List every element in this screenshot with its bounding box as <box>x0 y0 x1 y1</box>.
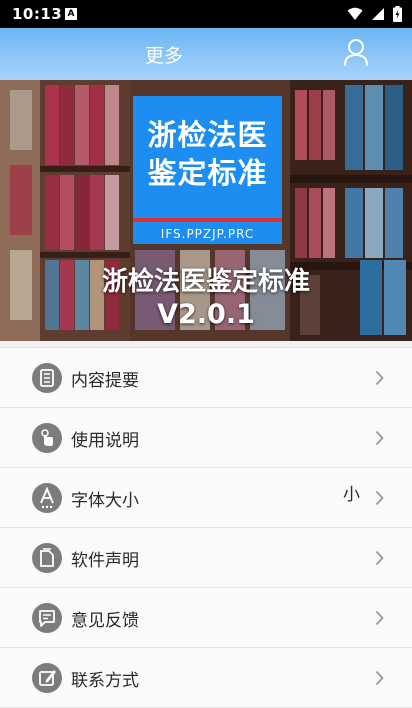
chevron-right-icon <box>375 370 384 386</box>
menu-label: 内容提要 <box>71 371 139 391</box>
battery-icon <box>393 6 402 22</box>
menu-item-feedback[interactable]: 意见反馈 <box>0 588 412 648</box>
file-icon <box>32 543 62 573</box>
notification-icon: A <box>65 8 77 20</box>
logo-line-2: 鉴定标准 <box>147 156 268 190</box>
app-name: 浙检法医鉴定标准 <box>101 267 310 297</box>
menu-item-instructions[interactable]: 使用说明 <box>0 408 412 468</box>
document-list-icon <box>32 363 62 393</box>
status-icons <box>347 6 402 22</box>
page-title: 更多 <box>145 45 184 67</box>
chevron-right-icon <box>375 670 384 686</box>
menu-item-contact[interactable]: 联系方式 <box>0 648 412 708</box>
font-size-value: 小 <box>343 485 360 505</box>
edit-icon <box>32 663 62 693</box>
status-time: 10:13 <box>12 5 63 23</box>
settings-menu: 内容提要 使用说明 字体大小 小 软件声明 意见反馈 联系方式 <box>0 347 412 708</box>
app-logo: 浙检法医 鉴定标准 IFS.PPZJP.PRC <box>133 96 282 244</box>
logo-url: IFS.PPZJP.PRC <box>160 227 255 241</box>
logo-stripe <box>133 218 282 222</box>
wifi-icon <box>347 7 363 20</box>
chevron-right-icon <box>375 430 384 446</box>
menu-item-font-size[interactable]: 字体大小 小 <box>0 468 412 528</box>
chevron-right-icon <box>375 490 384 506</box>
signal-icon <box>372 8 384 20</box>
logo-line-1: 浙检法医 <box>147 118 268 152</box>
banner: 浙检法医 鉴定标准 IFS.PPZJP.PRC 浙检法医鉴定标准 V2.0.1 <box>0 80 412 341</box>
menu-label: 字体大小 <box>71 491 139 511</box>
chevron-right-icon <box>375 610 384 626</box>
menu-item-summary[interactable]: 内容提要 <box>0 347 412 408</box>
menu-label: 联系方式 <box>71 671 139 691</box>
app-header: 更多 <box>0 28 412 80</box>
chevron-right-icon <box>375 550 384 566</box>
menu-label: 软件声明 <box>71 551 139 571</box>
user-icon <box>344 39 368 66</box>
menu-item-disclaimer[interactable]: 软件声明 <box>0 528 412 588</box>
message-icon <box>32 603 62 633</box>
menu-label: 意见反馈 <box>71 611 139 631</box>
font-size-icon <box>32 483 62 513</box>
status-bar: 10:13 A <box>0 0 412 28</box>
app-version: V2.0.1 <box>157 299 255 330</box>
menu-label: 使用说明 <box>71 431 139 451</box>
hand-touch-icon <box>32 423 62 453</box>
user-button[interactable] <box>342 38 370 68</box>
